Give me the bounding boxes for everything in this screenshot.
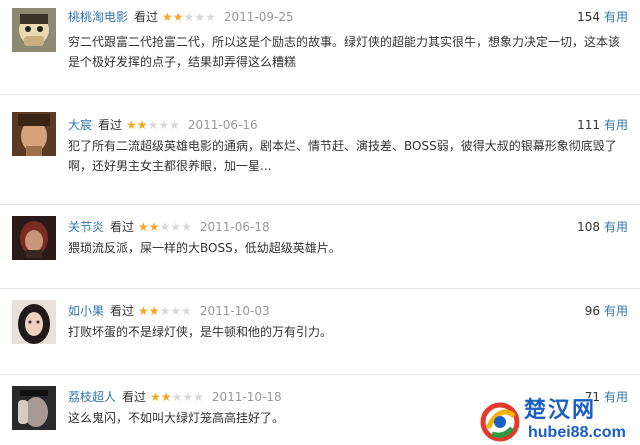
rating-stars: ★★★★★: [150, 390, 204, 404]
useful-vote: 96 有用: [585, 302, 628, 320]
username-link[interactable]: 关节炎: [68, 220, 104, 234]
star-filled-icon: ★: [138, 220, 149, 234]
review-date: 2011-06-18: [199, 220, 270, 234]
useful-button[interactable]: 有用: [604, 220, 628, 234]
review-date: 2011-06-16: [187, 118, 258, 132]
review-meta: 桃桃淘电影 看过 ★★★★★ 2011-09-25: [68, 8, 294, 26]
review-item: 桃桃淘电影 看过 ★★★★★ 2011-09-25 154 有用 穷二代跟富二代抢富二代…: [0, 0, 640, 95]
useful-count: 111: [577, 118, 600, 132]
star-filled-icon: ★: [150, 390, 161, 404]
review-text: 猥琐流反派，屎一样的大BOSS，低幼超级英雄片。: [68, 241, 341, 255]
avatar[interactable]: [12, 300, 56, 344]
review-item: 如小果 看过 ★★★★★ 2011-10-03 96 有用 打败坏蛋的不是绿灯侠，是牛顿…: [0, 288, 640, 375]
useful-button[interactable]: 有用: [604, 304, 628, 318]
watched-status: 看过: [110, 220, 135, 234]
star-empty-icon: ★: [194, 10, 206, 24]
star-empty-icon: ★: [147, 118, 159, 132]
watched-status: 看过: [122, 390, 147, 404]
star-filled-icon: ★: [172, 10, 184, 24]
star-empty-icon: ★: [181, 220, 192, 234]
review-text: 打败坏蛋的不是绿灯侠，是牛顿和他的万有引力。: [68, 325, 333, 339]
site-watermark: 楚汉网 hubei88.com: [478, 398, 640, 445]
useful-vote: 111 有用: [577, 116, 628, 134]
watched-status: 看过: [110, 304, 135, 318]
review-list: 桃桃淘电影 看过 ★★★★★ 2011-09-25 154 有用 穷二代跟富二代抢富二代…: [0, 0, 640, 445]
star-empty-icon: ★: [171, 390, 183, 404]
star-filled-icon: ★: [162, 10, 173, 24]
star-filled-icon: ★: [160, 390, 172, 404]
review-item: 关节炎 看过 ★★★★★ 2011-06-18 108 有用 猥琐流反派，屎一样的大BO…: [0, 204, 640, 289]
review-date: 2011-10-18: [211, 390, 282, 404]
username-link[interactable]: 如小果: [68, 304, 104, 318]
review-item: 大宸 看过 ★★★★★ 2011-06-16 111 有用 犯了所有二流超级英雄电影的通…: [0, 94, 640, 205]
star-empty-icon: ★: [159, 220, 171, 234]
review-date: 2011-09-25: [223, 10, 294, 24]
useful-count: 108: [577, 220, 600, 234]
review-meta: 荔枝超人 看过 ★★★★★ 2011-10-18: [68, 388, 282, 406]
useful-button[interactable]: 有用: [604, 10, 628, 24]
watermark-url: hubei88.com: [528, 424, 626, 441]
useful-vote: 108 有用: [577, 218, 628, 236]
useful-count: 96: [584, 304, 600, 318]
star-empty-icon: ★: [169, 118, 180, 132]
rating-stars: ★★★★★: [126, 118, 180, 132]
watched-status: 看过: [98, 118, 123, 132]
star-empty-icon: ★: [170, 220, 182, 234]
star-filled-icon: ★: [138, 304, 149, 318]
star-empty-icon: ★: [159, 304, 171, 318]
site-logo-icon: [480, 402, 520, 442]
rating-stars: ★★★★★: [162, 10, 216, 24]
useful-vote: 154 有用: [577, 8, 628, 26]
review-date: 2011-10-03: [199, 304, 270, 318]
review-text: 穷二代跟富二代抢富二代，所以这是个励志的故事。绿灯侠的超能力其实很牛，想象力决定…: [68, 35, 621, 69]
rating-stars: ★★★★★: [138, 220, 192, 234]
review-meta: 关节炎 看过 ★★★★★ 2011-06-18: [68, 218, 270, 236]
username-link[interactable]: 大宸: [68, 118, 92, 132]
useful-count: 154: [577, 10, 600, 24]
star-empty-icon: ★: [170, 304, 182, 318]
star-filled-icon: ★: [126, 118, 137, 132]
star-empty-icon: ★: [158, 118, 170, 132]
review-text: 犯了所有二流超级英雄电影的通病，剧本烂、情节赶、演技差、BOSS弱，彼得大叔的银…: [68, 139, 617, 173]
username-link[interactable]: 荔枝超人: [68, 390, 116, 404]
username-link[interactable]: 桃桃淘电影: [68, 10, 128, 24]
watermark-name: 楚汉网: [524, 398, 597, 423]
star-filled-icon: ★: [148, 220, 160, 234]
rating-stars: ★★★★★: [138, 304, 192, 318]
star-empty-icon: ★: [205, 10, 216, 24]
star-filled-icon: ★: [148, 304, 160, 318]
star-empty-icon: ★: [183, 10, 195, 24]
avatar[interactable]: [12, 8, 56, 52]
star-empty-icon: ★: [182, 390, 194, 404]
star-empty-icon: ★: [193, 390, 204, 404]
star-empty-icon: ★: [181, 304, 192, 318]
review-meta: 如小果 看过 ★★★★★ 2011-10-03: [68, 302, 270, 320]
avatar[interactable]: [12, 386, 56, 430]
avatar[interactable]: [12, 216, 56, 260]
watched-status: 看过: [134, 10, 159, 24]
star-filled-icon: ★: [136, 118, 148, 132]
review-meta: 大宸 看过 ★★★★★ 2011-06-16: [68, 116, 258, 134]
avatar[interactable]: [12, 112, 56, 156]
useful-button[interactable]: 有用: [604, 118, 628, 132]
